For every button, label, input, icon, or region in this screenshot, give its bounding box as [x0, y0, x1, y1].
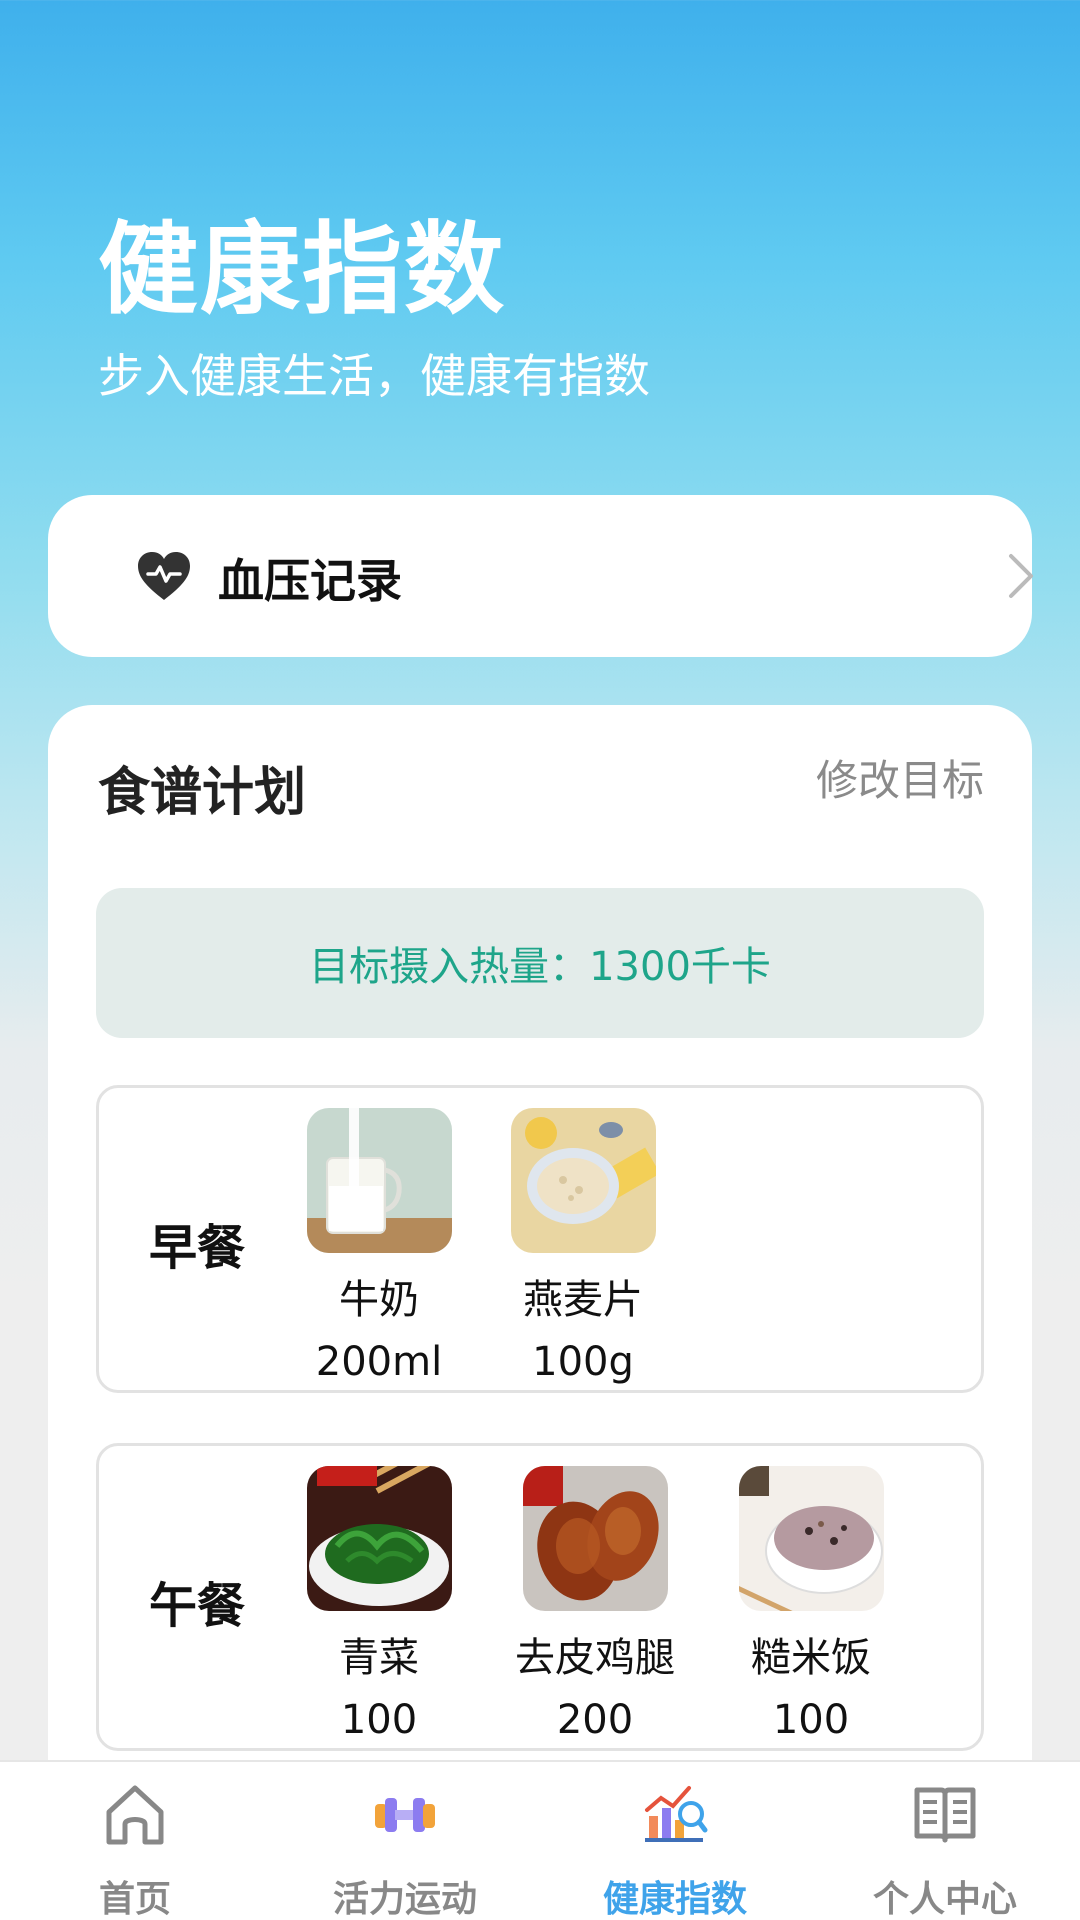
bottom-tab-bar: 首页 活力运动 健康指数 个人中心	[0, 1760, 1080, 1920]
tab-sports[interactable]: 活力运动	[295, 1780, 515, 1920]
edit-target-button[interactable]: 修改目标	[816, 747, 984, 808]
meal-lunch: 午餐 青菜 100 去皮鸡腿 200 糙米饭 100	[96, 1443, 984, 1751]
food-name: 牛奶	[339, 1277, 419, 1323]
home-icon	[106, 1785, 164, 1845]
recipe-plan-card: 食谱计划 修改目标 目标摄入热量：1300千卡 早餐 牛奶 200ml 燕麦片 …	[48, 705, 1032, 1920]
food-amount: 100	[772, 1697, 850, 1743]
tab-label: 首页	[98, 1879, 171, 1920]
food-item[interactable]: 燕麦片 100g	[483, 1108, 683, 1385]
book-icon	[914, 1787, 976, 1843]
oatmeal-image	[510, 1108, 656, 1253]
tab-label: 健康指数	[602, 1879, 747, 1920]
food-name: 青菜	[339, 1635, 419, 1681]
food-amount: 200ml	[315, 1339, 443, 1385]
food-item[interactable]: 去皮鸡腿 200	[495, 1466, 695, 1743]
brown-rice-image	[738, 1466, 884, 1611]
chicken-leg-image	[522, 1466, 668, 1611]
food-item[interactable]: 牛奶 200ml	[279, 1108, 479, 1385]
recipe-plan-title: 食谱计划	[98, 763, 307, 823]
page-subtitle: 步入健康生活，健康有指数	[98, 349, 650, 403]
food-amount: 100g	[532, 1339, 634, 1385]
page-title: 健康指数	[98, 211, 506, 328]
meal-name: 午餐	[149, 1578, 246, 1634]
food-name: 燕麦片	[523, 1277, 643, 1323]
food-name: 去皮鸡腿	[515, 1635, 675, 1681]
dumbbell-icon	[375, 1798, 435, 1832]
meal-name: 早餐	[149, 1220, 246, 1276]
food-amount: 100	[340, 1697, 418, 1743]
chart-icon	[645, 1786, 708, 1842]
food-amount: 200	[556, 1697, 634, 1743]
heart-icon	[138, 552, 190, 600]
chevron-right-icon	[1009, 554, 1033, 598]
blood-pressure-card[interactable]: 血压记录	[48, 495, 1033, 657]
meal-breakfast: 早餐 牛奶 200ml 燕麦片 100g	[96, 1085, 984, 1393]
calorie-target-banner: 目标摄入热量：1300千卡	[96, 888, 984, 1038]
food-item[interactable]: 糙米饭 100	[711, 1466, 911, 1743]
milk-image	[306, 1108, 452, 1253]
greens-image	[306, 1466, 452, 1611]
tab-health-index[interactable]: 健康指数	[565, 1780, 785, 1920]
food-name: 糙米饭	[751, 1635, 871, 1681]
tab-home[interactable]: 首页	[25, 1780, 245, 1920]
food-item[interactable]: 青菜 100	[279, 1466, 479, 1743]
tab-profile[interactable]: 个人中心	[835, 1780, 1055, 1920]
blood-pressure-label: 血压记录	[218, 554, 402, 608]
tab-label: 活力运动	[332, 1879, 477, 1920]
tab-label: 个人中心	[872, 1879, 1017, 1920]
